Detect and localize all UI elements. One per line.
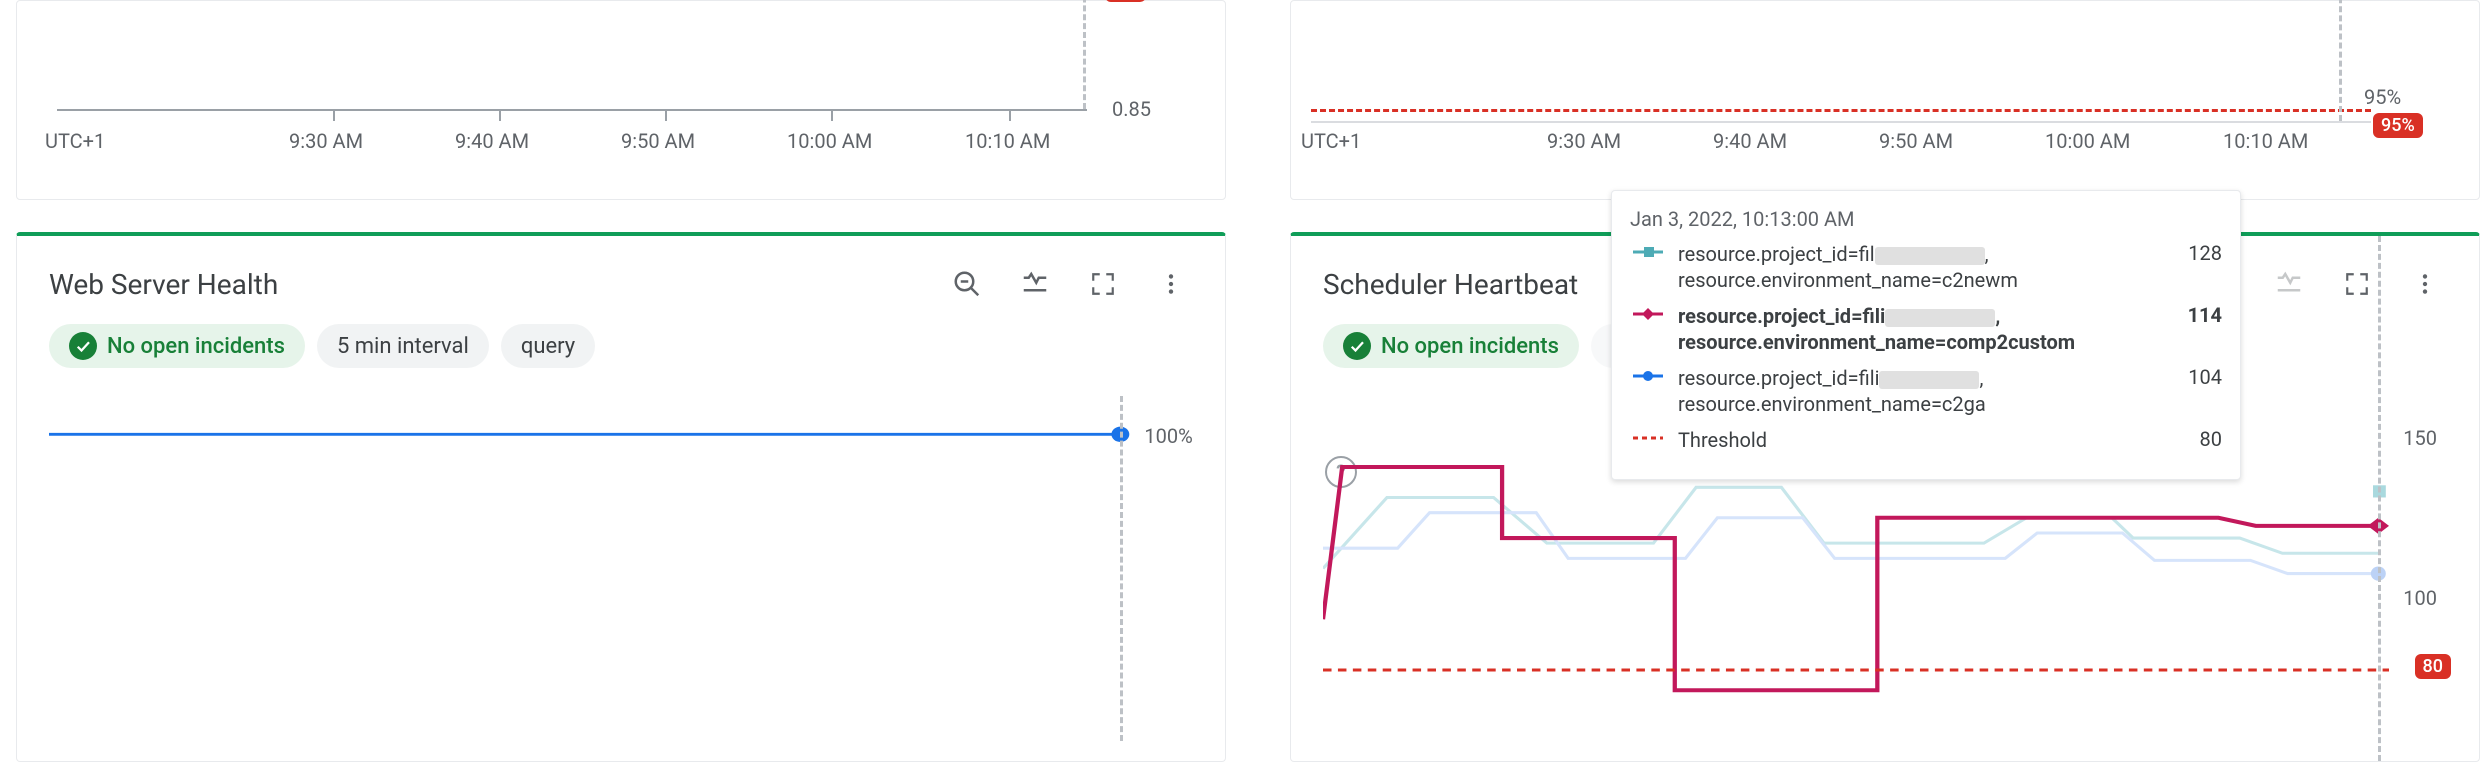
x-axis: [57, 109, 1087, 111]
incident-label: No open incidents: [107, 334, 285, 359]
incident-pill[interactable]: No open incidents: [1323, 324, 1579, 368]
crosshair: [2378, 236, 2381, 761]
tz-label: UTC+1: [45, 129, 105, 153]
legend-toggle-icon[interactable]: [2267, 262, 2311, 306]
fullscreen-icon[interactable]: [2335, 262, 2379, 306]
tooltip-row: resource.project_id=fil, resource.enviro…: [1630, 241, 2222, 293]
tick-label: 9:50 AM: [1879, 129, 1953, 153]
threshold-marker-icon: [1630, 431, 1666, 445]
threshold-line: [1311, 109, 2371, 112]
tz-label: UTC+1: [1301, 129, 1361, 153]
threshold-badge: 95%: [2373, 113, 2423, 138]
tooltip-row-active: resource.project_id=fili, resource.envir…: [1630, 303, 2222, 355]
y-axis-label: 150: [2403, 426, 2437, 450]
more-vert-icon[interactable]: [1149, 262, 1193, 306]
chart-tooltip: Jan 3, 2022, 10:13:00 AM resource.projec…: [1611, 190, 2241, 480]
tooltip-timestamp: Jan 3, 2022, 10:13:00 AM: [1630, 207, 2222, 231]
top-chart-right: UTC+1 9:30 AM 9:40 AM 9:50 AM 10:00 AM 1…: [1290, 0, 2480, 200]
tooltip-row: resource.project_id=fili, resource.envir…: [1630, 365, 2222, 417]
zoom-out-icon[interactable]: [945, 262, 989, 306]
tick-label: 10:00 AM: [787, 129, 872, 153]
tooltip-value: 80: [2152, 427, 2222, 451]
threshold-badge: 80: [2415, 654, 2451, 679]
series-marker-diamond-icon: [1630, 307, 1666, 321]
interval-pill[interactable]: 5 min interval: [317, 324, 489, 368]
tick-label: 10:10 AM: [2223, 129, 2308, 153]
crosshair: [2339, 0, 2342, 121]
crosshair: [1083, 0, 1086, 109]
x-axis: [1311, 121, 2371, 123]
scheduler-heartbeat-card: Scheduler Heartbeat: [1290, 232, 2480, 762]
check-circle-icon: [1343, 332, 1371, 360]
series-marker-square-icon: [1630, 245, 1666, 259]
fullscreen-icon[interactable]: [1081, 262, 1125, 306]
card-title: Scheduler Heartbeat: [1323, 268, 1578, 301]
tooltip-value: 128: [2152, 241, 2222, 265]
card-title: Web Server Health: [49, 268, 278, 301]
crosshair: [1120, 396, 1123, 741]
tick-label: 9:40 AM: [455, 129, 529, 153]
incident-pill[interactable]: No open incidents: [49, 324, 305, 368]
threshold-badge: 0.9: [1105, 0, 1146, 2]
series-marker-circle-icon: [1630, 369, 1666, 383]
web-health-chart[interactable]: 100%: [49, 396, 1165, 741]
check-circle-icon: [69, 332, 97, 360]
legend-toggle-icon[interactable]: [1013, 262, 1057, 306]
tick-label: 9:30 AM: [1547, 129, 1621, 153]
tooltip-row-threshold: Threshold 80: [1630, 427, 2222, 453]
tick-label: 10:00 AM: [2045, 129, 2130, 153]
y-value-label: 0.85: [1112, 97, 1151, 121]
y-value-label: 95%: [2364, 85, 2401, 109]
more-vert-icon[interactable]: [2403, 262, 2447, 306]
web-server-health-card: Web Server Health: [16, 232, 1226, 762]
top-chart-left: UTC+1 9:30 AM 9:40 AM 9:50 AM 10:00 AM 1…: [16, 0, 1226, 200]
tick-label: 9:50 AM: [621, 129, 695, 153]
tick-label: 9:40 AM: [1713, 129, 1787, 153]
incident-label: No open incidents: [1381, 334, 1559, 359]
tick-label: 10:10 AM: [965, 129, 1050, 153]
query-pill[interactable]: query: [501, 324, 595, 368]
tick-label: 9:30 AM: [289, 129, 363, 153]
value-label: 100%: [1144, 424, 1192, 448]
tooltip-value: 114: [2152, 303, 2222, 327]
y-axis-label: 100: [2403, 586, 2437, 610]
tooltip-value: 104: [2152, 365, 2222, 389]
